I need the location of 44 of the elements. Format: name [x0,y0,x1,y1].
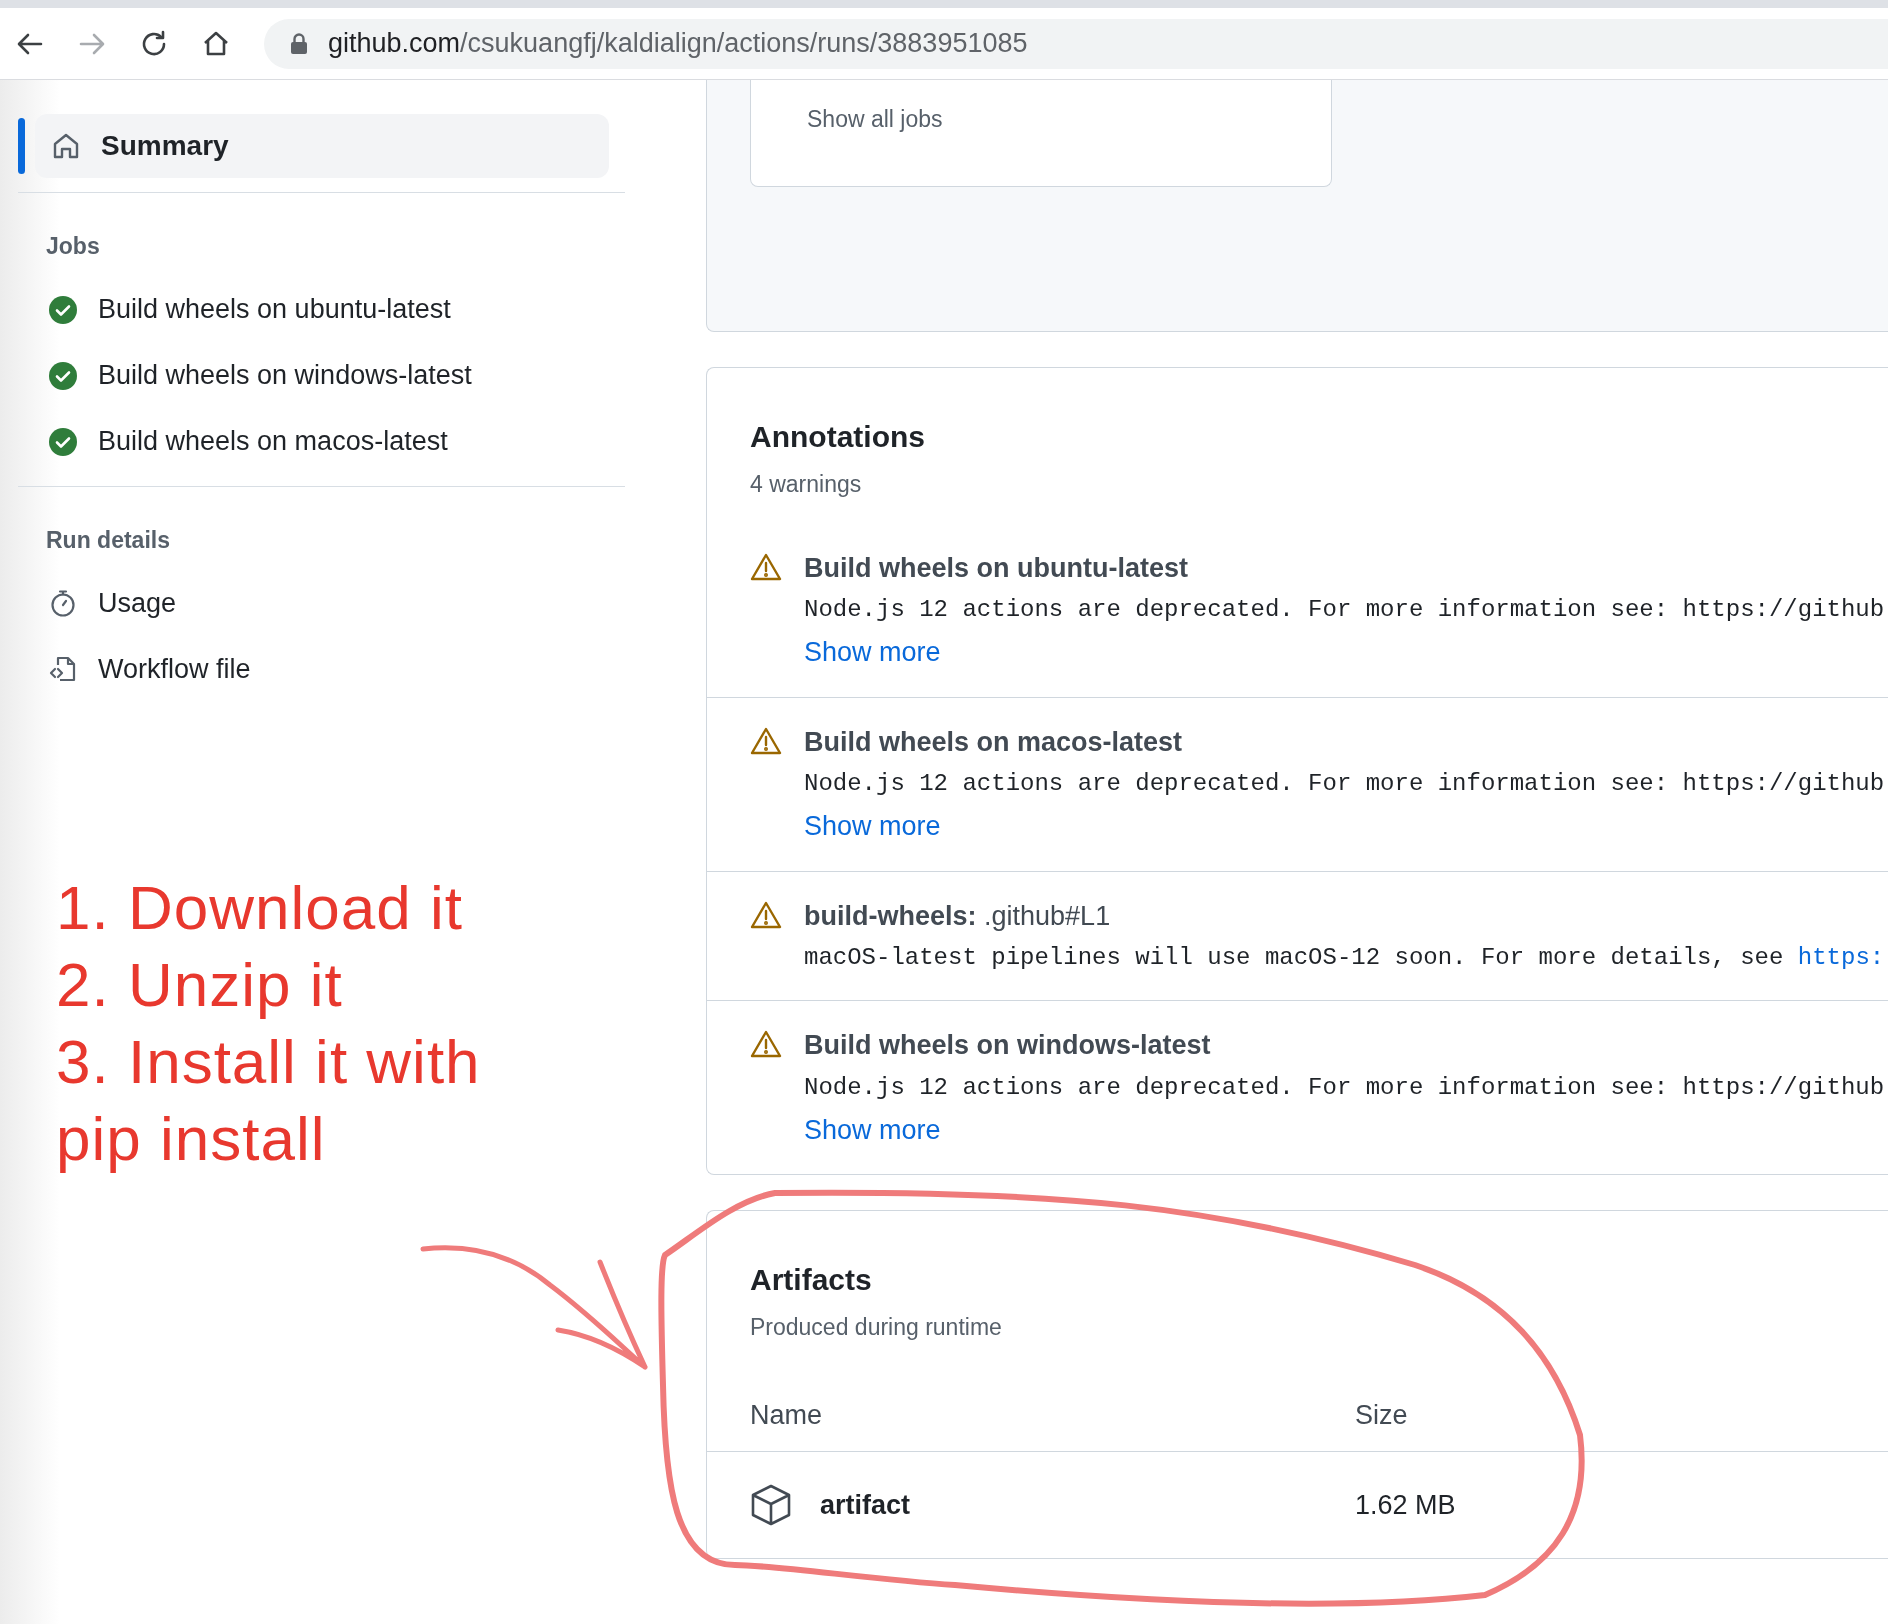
annotation-title: Build wheels on ubuntu-latest [804,551,1188,585]
annotation-title: build-wheels: .github#L1 [804,899,1111,933]
annotation-title: Build wheels on windows-latest [804,1029,1211,1062]
warning-icon [750,725,782,756]
stopwatch-icon [48,588,78,618]
job-link[interactable]: Build wheels on windows-latest [48,353,472,398]
message-link[interactable]: https: [1797,944,1885,971]
table-cell-text: 1.62 MB [1355,1488,1456,1522]
section-heading: Run details [45,525,170,555]
card-title: Artifacts [750,1262,872,1298]
handwritten-note: 2. Unzip it [56,949,343,1021]
section-heading: Jobs [45,232,100,261]
handwritten-note: 3. Install it with [56,1026,481,1098]
lock-icon [290,32,308,55]
artifact-link[interactable]: artifact [820,1484,911,1526]
annotation-message: Node.js 12 actions are deprecated. For more information see: https://github [804,595,1885,625]
url-text: github.com/csukuangfj/kaldialign/actions/runs/3883951085 [328,27,1028,61]
warning-icon [750,1029,782,1059]
show-more-link[interactable]: Show more [804,632,941,673]
show-all-jobs-link[interactable]: Show all jobs [807,102,943,137]
show-more-link[interactable]: Show more [804,1109,941,1150]
annotation-message: Node.js 12 actions are deprecated. For more information see: https://github [804,1072,1885,1103]
handwritten-note: pip install [56,1103,326,1175]
summary-nav-item[interactable]: Summary [35,114,609,178]
card-subtitle: Produced during runtime [750,1313,1002,1342]
package-icon [750,1483,792,1527]
warning-icon [750,551,782,582]
warning-icon [750,899,782,930]
job-link[interactable]: Build wheels on ubuntu-latest [48,287,451,332]
home-icon [51,131,81,161]
address-bar[interactable]: github.com/csukuangfj/kaldialign/actions/runs/3883951085 [264,18,1888,69]
show-more-link[interactable]: Show more [804,806,941,847]
column-header: Name [750,1398,824,1432]
annotation-message: Node.js 12 actions are deprecated. For more information see: https://github [804,769,1885,799]
nav-link[interactable]: Workflow file [48,647,251,691]
nav-link[interactable]: Usage [48,581,177,625]
annotation-title: Build wheels on macos-latest [804,725,1183,759]
column-header: Size [1355,1398,1408,1432]
code-file-icon [48,654,78,684]
job-link[interactable]: Build wheels on macos-latest [48,419,448,464]
card-title: Annotations [750,419,925,455]
card-subtitle: 4 warnings [750,470,862,499]
handwritten-note: 1. Download it [56,872,463,944]
annotation-message: macOS-latest pipelines will use macOS-12 soon. For more details, see https: [804,943,1885,973]
